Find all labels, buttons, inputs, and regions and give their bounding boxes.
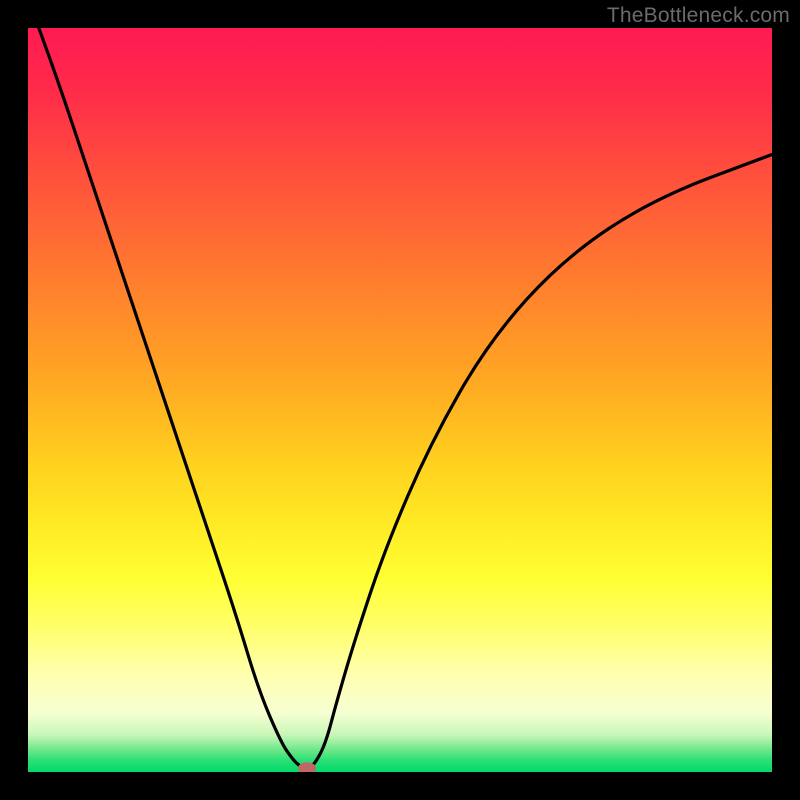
plot-area [28, 28, 772, 772]
bottleneck-curve [28, 28, 772, 772]
minimum-marker [298, 762, 316, 772]
watermark-text: TheBottleneck.com [607, 4, 790, 28]
chart-frame: TheBottleneck.com [0, 0, 800, 800]
